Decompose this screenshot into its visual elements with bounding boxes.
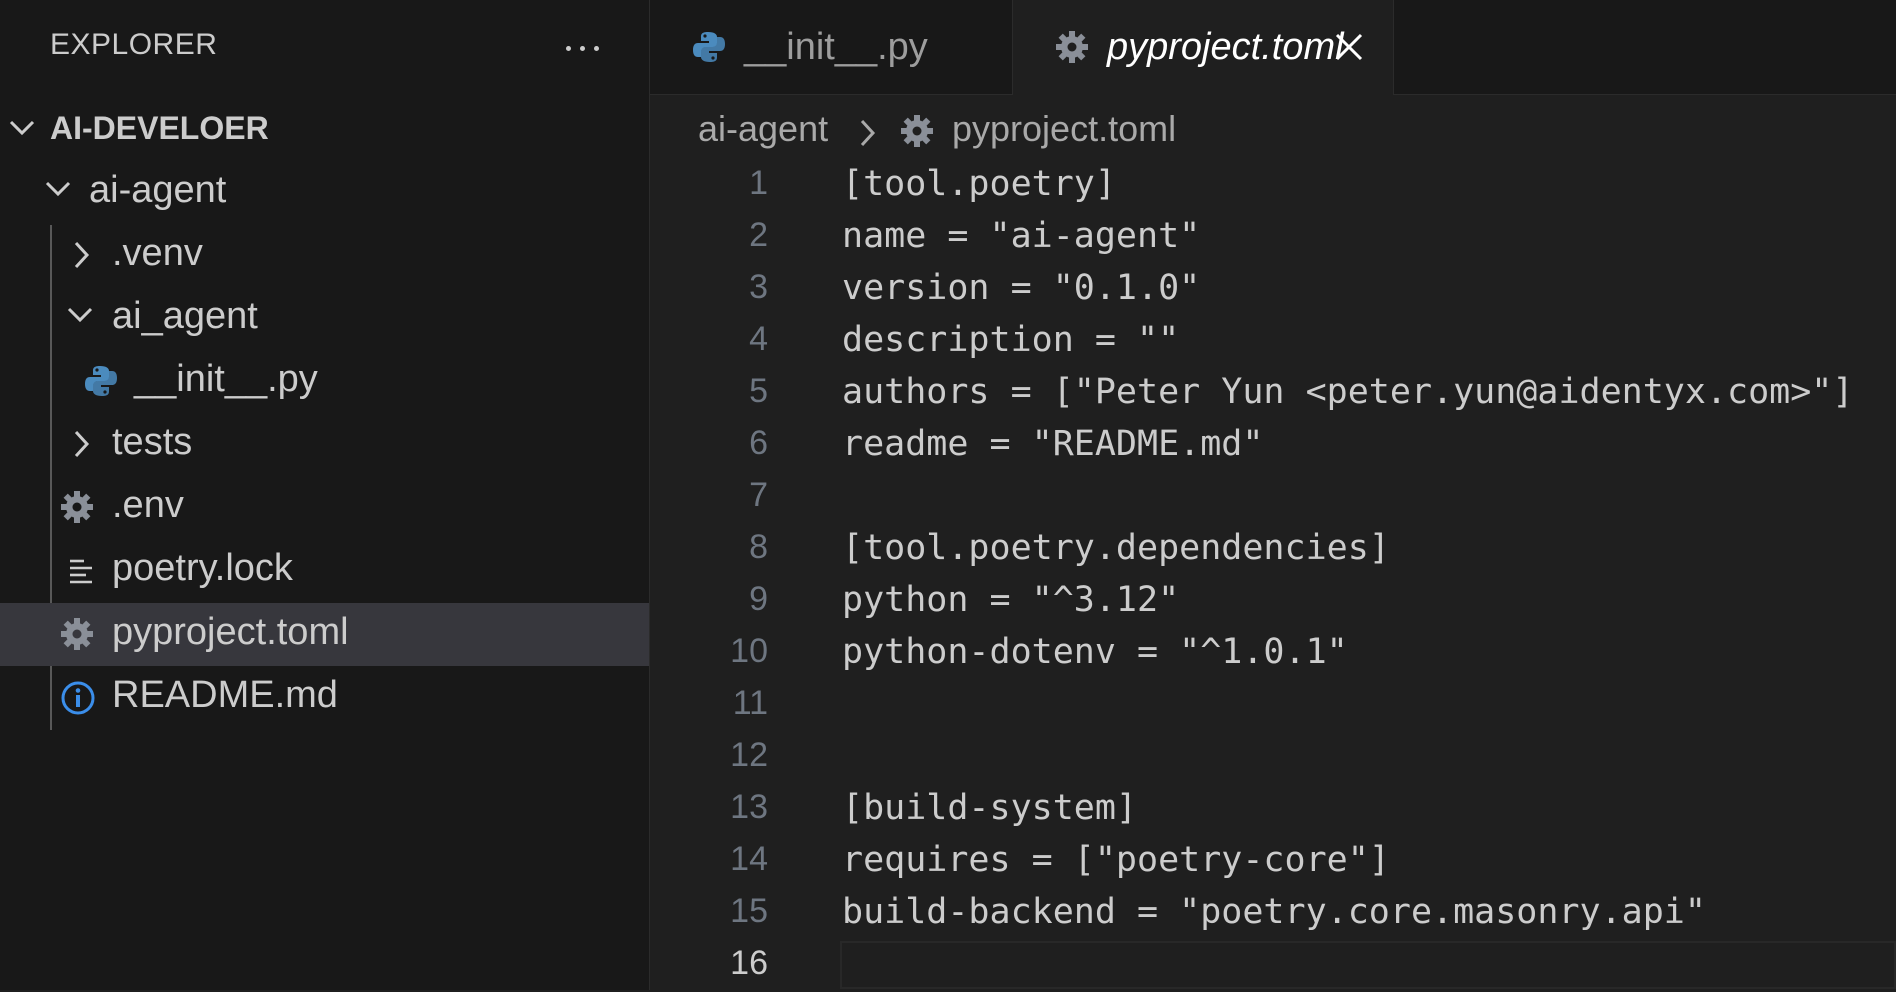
tree-item-ai-agent[interactable]: ai-agent	[0, 161, 649, 224]
code-line[interactable]: 16	[650, 940, 1896, 992]
current-line-highlight	[840, 941, 1896, 989]
code-line[interactable]: 13 [build-system]	[650, 784, 1896, 836]
text-file-icon	[70, 559, 92, 584]
code-line[interactable]: 11	[650, 680, 1896, 732]
code-line[interactable]: 5 authors = ["Peter Yun <peter.yun@aident…	[650, 368, 1896, 420]
tree-item-label: __init__.py	[134, 358, 318, 400]
tree-item-tests[interactable]: tests	[0, 413, 649, 476]
line-number: 5	[749, 372, 768, 410]
line-number: 4	[749, 320, 768, 358]
python-icon	[85, 366, 117, 396]
chevron-down-icon	[67, 307, 93, 323]
python-icon	[693, 32, 725, 62]
line-number: 9	[749, 580, 768, 618]
code-text: authors = ["Peter Yun <peter.yun@aidenty…	[842, 372, 1854, 412]
line-number: 14	[730, 840, 768, 878]
tab-pyproject-toml[interactable]: pyproject.toml	[1013, 0, 1394, 95]
tree-item-poetry-lock[interactable]: poetry.lock	[0, 539, 649, 602]
line-number: 15	[730, 892, 768, 930]
line-number: 1	[749, 164, 768, 202]
tree-item-label: pyproject.toml	[112, 611, 349, 653]
chevron-down-icon	[9, 120, 35, 136]
line-number: 8	[749, 528, 768, 566]
code-text: python-dotenv = "^1.0.1"	[842, 632, 1348, 672]
code-line[interactable]: 12	[650, 732, 1896, 784]
code-line[interactable]: 9 python = "^3.12"	[650, 576, 1896, 628]
line-number: 12	[730, 736, 768, 774]
tree-item-env[interactable]: .env	[0, 476, 649, 539]
line-number: 16	[730, 944, 768, 982]
tree-item-readme[interactable]: README.md	[0, 666, 649, 729]
code-line[interactable]: 6 readme = "README.md"	[650, 420, 1896, 472]
gear-icon	[61, 618, 93, 650]
tab-label: pyproject.toml	[1107, 26, 1344, 68]
workspace-root[interactable]: AI-DEVELOER	[0, 98, 649, 161]
ellipsis-icon[interactable]	[560, 28, 610, 68]
line-number: 13	[730, 788, 768, 826]
code-line[interactable]: 4 description = ""	[650, 316, 1896, 368]
info-icon	[61, 681, 95, 715]
code-text: version = "0.1.0"	[842, 268, 1201, 308]
tree-item-label: .env	[112, 484, 184, 526]
code-text: [tool.poetry.dependencies]	[842, 528, 1390, 568]
chevron-right-icon	[74, 430, 90, 458]
tree-item-label: README.md	[112, 674, 338, 716]
line-number: 7	[749, 476, 768, 514]
tree-item-pyproject-toml[interactable]: pyproject.toml	[0, 603, 649, 666]
code-text: python = "^3.12"	[842, 580, 1180, 620]
tree-item-label: tests	[112, 421, 193, 463]
line-number: 2	[749, 216, 768, 254]
tree-item-ai_agent[interactable]: ai_agent	[0, 287, 649, 350]
breadcrumb-folder[interactable]: ai-agent	[698, 108, 828, 150]
close-icon[interactable]	[1334, 32, 1364, 62]
code-text: [tool.poetry]	[842, 164, 1116, 204]
tab-init-py[interactable]: __init__.py	[650, 0, 1013, 94]
code-line[interactable]: 7	[650, 472, 1896, 524]
code-text: readme = "README.md"	[842, 424, 1264, 464]
code-text: [build-system]	[842, 788, 1138, 828]
code-line[interactable]: 10 python-dotenv = "^1.0.1"	[650, 628, 1896, 680]
code-line[interactable]: 2 name = "ai-agent"	[650, 212, 1896, 264]
code-line[interactable]: 15 build-backend = "poetry.core.masonry.a…	[650, 888, 1896, 940]
tree-item-label: .venv	[112, 232, 203, 274]
line-number: 3	[749, 268, 768, 306]
gear-icon	[901, 115, 933, 147]
code-text: requires = ["poetry-core"]	[842, 840, 1390, 880]
code-line[interactable]: 8 [tool.poetry.dependencies]	[650, 524, 1896, 576]
chevron-right-icon	[860, 119, 876, 147]
tab-label: __init__.py	[744, 26, 928, 68]
breadcrumb-file[interactable]: pyproject.toml	[952, 108, 1176, 150]
code-line[interactable]: 1 [tool.poetry]	[650, 160, 1896, 212]
tree-item-venv[interactable]: .venv	[0, 224, 649, 287]
chevron-right-icon	[74, 241, 90, 269]
gear-icon	[1056, 31, 1088, 63]
code-text: name = "ai-agent"	[842, 216, 1201, 256]
code-text: build-backend = "poetry.core.masonry.api…	[842, 892, 1706, 932]
tab-bar: __init__.py pyproject.toml	[650, 0, 1896, 95]
line-number: 6	[749, 424, 768, 462]
tree-item-init-py[interactable]: __init__.py	[0, 350, 649, 413]
tree-item-label: ai-agent	[89, 169, 227, 211]
code-line[interactable]: 14 requires = ["poetry-core"]	[650, 836, 1896, 888]
chevron-down-icon	[45, 181, 71, 197]
workspace-label: AI-DEVELOER	[50, 110, 269, 146]
line-number: 10	[730, 632, 768, 670]
code-text: description = ""	[842, 320, 1180, 360]
explorer-sidebar: EXPLORER AI-DEVELOER ai-agent .venv ai_a…	[0, 0, 650, 990]
explorer-title: EXPLORER	[50, 28, 218, 61]
tree-item-label: poetry.lock	[112, 547, 293, 589]
line-number: 11	[732, 684, 768, 722]
tree-item-label: ai_agent	[112, 295, 258, 337]
code-editor[interactable]: 1 [tool.poetry] 2 name = "ai-agent" 3 version…	[650, 160, 1896, 990]
code-line[interactable]: 3 version = "0.1.0"	[650, 264, 1896, 316]
gear-icon	[61, 491, 93, 523]
